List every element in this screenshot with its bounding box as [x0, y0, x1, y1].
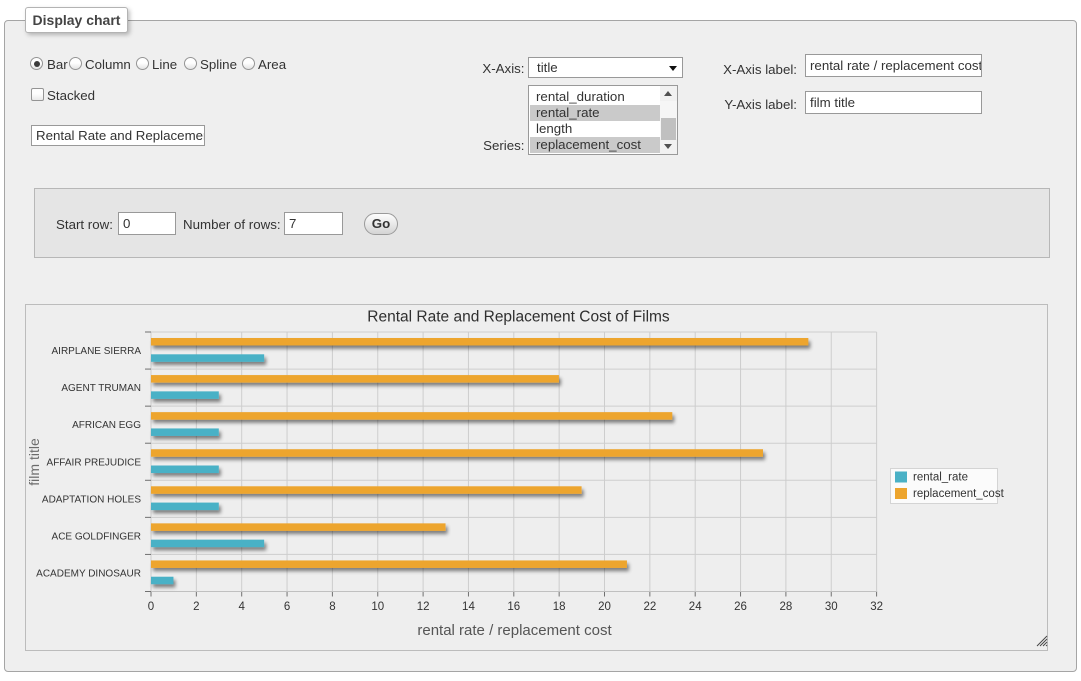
svg-text:ADAPTATION HOLES: ADAPTATION HOLES [42, 494, 141, 505]
svg-text:32: 32 [870, 601, 883, 613]
svg-text:14: 14 [462, 601, 475, 613]
svg-text:AGENT TRUMAN: AGENT TRUMAN [61, 383, 141, 394]
svg-text:30: 30 [825, 601, 838, 613]
svg-text:0: 0 [148, 601, 154, 613]
svg-text:rental rate / replacement cost: rental rate / replacement cost [417, 622, 612, 639]
svg-text:Rental Rate and Replacement Co: Rental Rate and Replacement Cost of Film… [367, 309, 670, 326]
svg-text:20: 20 [598, 601, 611, 613]
svg-text:AFRICAN EGG: AFRICAN EGG [72, 420, 141, 431]
svg-text:10: 10 [371, 601, 384, 613]
svg-text:rental_rate: rental_rate [913, 472, 968, 484]
svg-text:6: 6 [284, 601, 290, 613]
svg-text:16: 16 [507, 601, 520, 613]
svg-text:8: 8 [329, 601, 335, 613]
svg-text:12: 12 [417, 601, 430, 613]
svg-text:ACADEMY DINOSAUR: ACADEMY DINOSAUR [36, 568, 141, 579]
svg-text:28: 28 [780, 601, 793, 613]
svg-text:24: 24 [689, 601, 702, 613]
svg-text:22: 22 [643, 601, 656, 613]
svg-text:AIRPLANE SIERRA: AIRPLANE SIERRA [52, 346, 142, 357]
svg-text:AFFAIR PREJUDICE: AFFAIR PREJUDICE [47, 457, 142, 468]
svg-text:2: 2 [193, 601, 199, 613]
svg-text:18: 18 [553, 601, 566, 613]
svg-text:4: 4 [238, 601, 245, 613]
svg-text:ACE GOLDFINGER: ACE GOLDFINGER [52, 531, 141, 542]
svg-text:film title: film title [26, 438, 42, 486]
svg-text:26: 26 [734, 601, 747, 613]
svg-text:replacement_cost: replacement_cost [913, 488, 1005, 500]
